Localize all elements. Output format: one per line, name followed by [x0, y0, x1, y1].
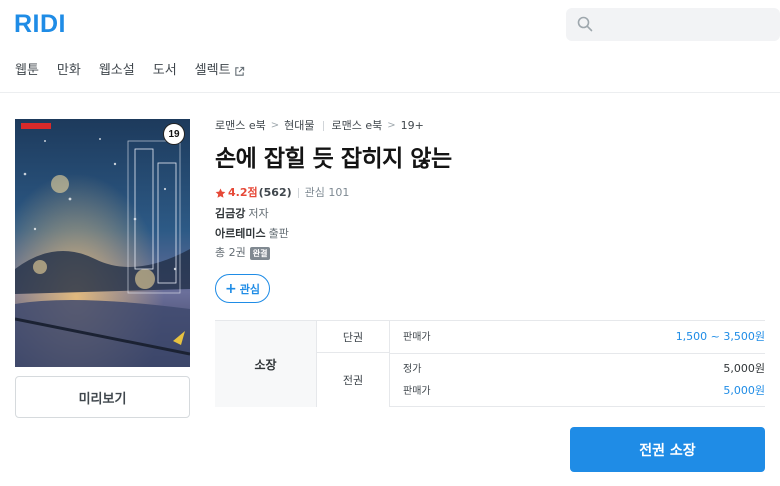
breadcrumb-link[interactable]: 로맨스 e북 — [215, 119, 266, 133]
external-link-icon — [234, 66, 244, 76]
volumes-row: 총 2권 완결 — [215, 246, 271, 260]
publisher-row: 아르테미스 출판 — [215, 227, 289, 241]
chevron-right-icon: > — [270, 120, 280, 131]
search-icon — [577, 16, 593, 32]
book-title: 손에 잡힐 듯 잡히지 않는 — [215, 146, 452, 172]
nav-item-label: 웹툰 — [15, 63, 39, 78]
wishlist-button[interactable]: + 관심 — [215, 274, 270, 303]
single-sale-label: 판매가 — [403, 332, 431, 343]
nav-item-label: 셀렉트 — [194, 63, 231, 78]
main-nav: 웹툰 만화 웹소설 도서 셀렉트 — [15, 61, 263, 81]
row-divider — [390, 353, 765, 354]
nav-item-webtoon[interactable]: 웹툰 — [15, 62, 39, 80]
wishlist-label: 관심 — [239, 282, 260, 296]
own-label: 소장 — [215, 321, 316, 407]
author-row: 김금강 저자 — [215, 207, 269, 221]
full-sale-label: 판매가 — [403, 386, 431, 397]
nav-item-label: 웹소설 — [98, 63, 135, 78]
volume-count: 총 2권 — [215, 246, 246, 259]
publisher-link[interactable]: 아르테미스 — [215, 227, 266, 241]
complete-badge: 완결 — [249, 246, 271, 260]
nav-item-comics[interactable]: 만화 — [57, 62, 81, 80]
book-cover[interactable]: 19 — [15, 119, 190, 367]
ridi-logo[interactable]: RIDI — [14, 10, 66, 38]
search-input[interactable] — [600, 8, 770, 41]
rating-score: 4.2점 — [228, 186, 258, 199]
search-box[interactable] — [566, 8, 780, 41]
rating-row: 4.2점 (562) 관심 101 — [215, 186, 349, 200]
nav-item-label: 도서 — [152, 63, 177, 78]
plus-icon: + — [225, 280, 237, 297]
book-cover-illustration — [15, 119, 190, 367]
breadcrumb-link[interactable]: 로맨스 e북 — [332, 119, 383, 133]
nav-item-webnovel[interactable]: 웹소설 — [99, 62, 135, 80]
full-sale-price: 5,000원 — [723, 384, 765, 397]
full-list-price: 5,000원 — [723, 362, 765, 375]
full-set-label: 전권 — [316, 353, 390, 407]
breadcrumb-link[interactable]: 19+ — [401, 119, 424, 133]
buy-full-set-button[interactable]: 전권 소장 — [570, 427, 765, 472]
divider — [297, 188, 299, 198]
age-rating-badge: 19 — [163, 123, 185, 145]
publisher-role: 출판 — [268, 227, 289, 240]
nav-item-label: 만화 — [56, 63, 81, 78]
nav-item-select[interactable]: 셀렉트 — [195, 62, 245, 80]
header-divider — [0, 92, 780, 93]
price-table: 소장 단권 전권 판매가 1,500 ~ 3,500원 정가 5,000원 판매… — [215, 320, 765, 407]
rating-count[interactable]: (562) — [259, 186, 292, 200]
star-icon — [215, 188, 226, 198]
single-sale-price: 1,500 ~ 3,500원 — [675, 330, 765, 343]
breadcrumb-divider — [322, 121, 324, 131]
full-list-label: 정가 — [403, 364, 422, 375]
interest-count: 관심 101 — [304, 186, 350, 199]
preview-button[interactable]: 미리보기 — [15, 376, 190, 418]
breadcrumb-link[interactable]: 현대물 — [284, 119, 314, 133]
chevron-right-icon: > — [387, 120, 396, 131]
single-volume-label: 단권 — [316, 321, 390, 353]
nav-item-books[interactable]: 도서 — [153, 62, 177, 80]
author-link[interactable]: 김금강 — [215, 207, 245, 221]
author-role: 저자 — [248, 207, 269, 220]
breadcrumb: 로맨스 e북 > 현대물 로맨스 e북 > 19+ — [215, 119, 424, 133]
